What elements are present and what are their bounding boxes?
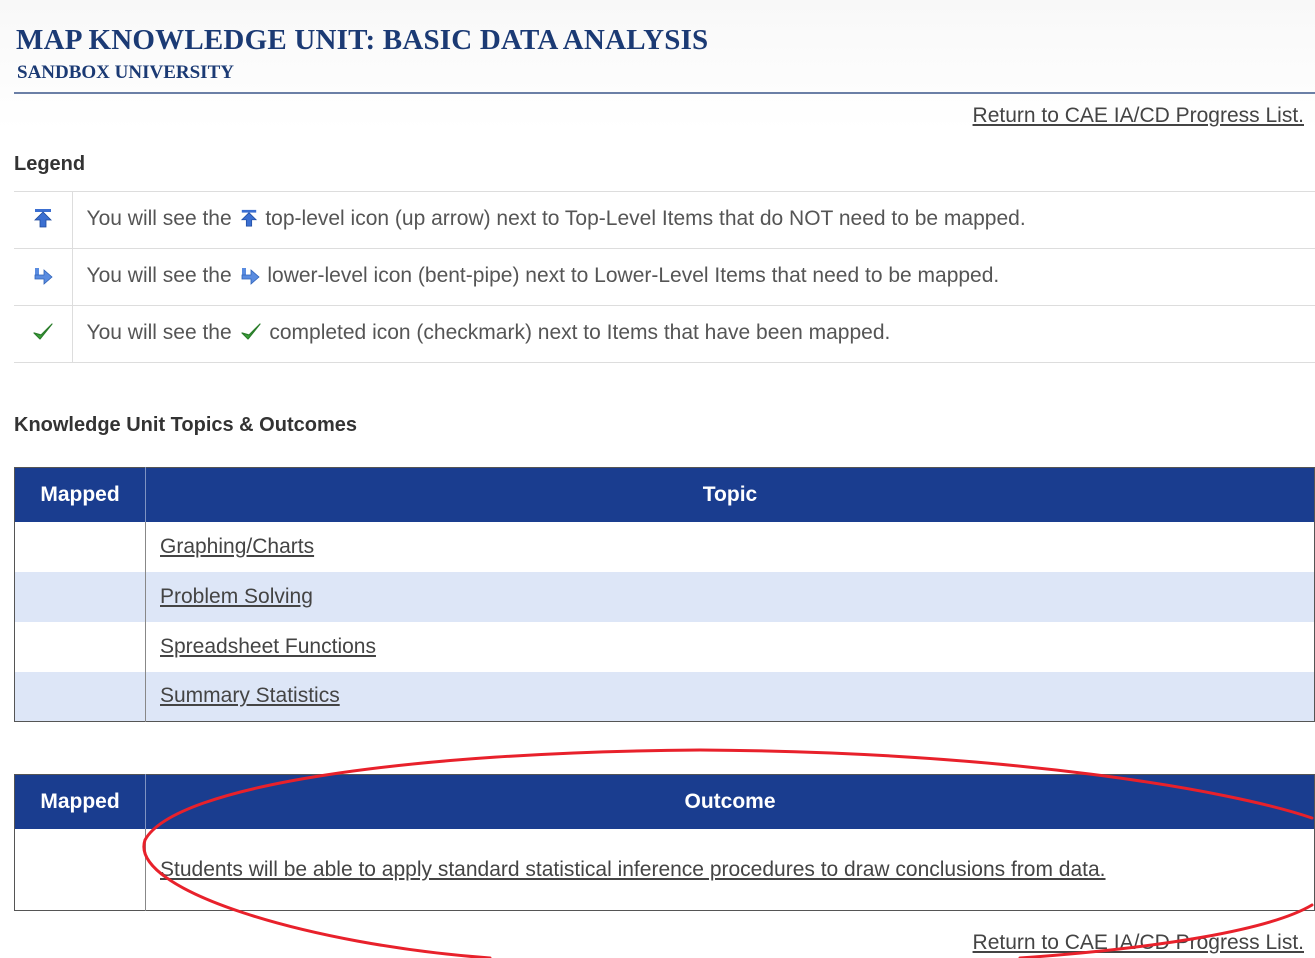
table-row: Problem Solving [14, 571, 1315, 622]
topics-outcomes-heading: Knowledge Unit Topics & Outcomes [14, 414, 357, 436]
mapped-cell [14, 521, 146, 572]
legend-row-top-level: You will see the top-level icon (up arro… [14, 191, 1315, 249]
legend-text-prefix: You will see the [86, 263, 232, 287]
table-row: Summary Statistics [14, 671, 1315, 722]
page-subtitle: SANDBOX UNIVERSITY [17, 62, 234, 83]
bent-pipe-icon [33, 267, 53, 291]
title-divider [14, 92, 1315, 94]
topics-table: Mapped Topic Graphing/Charts Problem Sol… [14, 467, 1315, 722]
table-row: Spreadsheet Functions [14, 621, 1315, 672]
legend-table: You will see the top-level icon (up arro… [14, 191, 1315, 363]
topic-link-problem-solving[interactable]: Problem Solving [160, 585, 313, 608]
outcomes-table: Mapped Outcome Students will be able to … [14, 774, 1315, 911]
mapped-cell [14, 621, 146, 672]
bent-pipe-icon [240, 267, 260, 291]
table-header-row: Mapped Outcome [14, 774, 1315, 829]
legend-text-suffix: top-level icon (up arrow) next to Top-Le… [265, 206, 1026, 230]
up-arrow-icon [240, 208, 258, 234]
checkmark-icon [32, 322, 54, 348]
column-header-topic: Topic [145, 467, 1315, 522]
topic-link-spreadsheet-functions[interactable]: Spreadsheet Functions [160, 635, 376, 658]
column-header-mapped: Mapped [14, 467, 146, 522]
column-header-outcome: Outcome [145, 774, 1315, 829]
legend-text-prefix: You will see the [86, 320, 232, 344]
legend-text-prefix: You will see the [86, 206, 232, 230]
return-to-progress-list-link-bottom[interactable]: Return to CAE IA/CD Progress List. [973, 931, 1304, 955]
legend-text-suffix: completed icon (checkmark) next to Items… [269, 320, 891, 344]
topic-link-graphing-charts[interactable]: Graphing/Charts [160, 535, 314, 558]
mapped-cell [14, 571, 146, 622]
table-row: Graphing/Charts [14, 521, 1315, 572]
legend-heading: Legend [14, 153, 86, 175]
up-arrow-icon [33, 208, 53, 234]
column-header-mapped: Mapped [14, 774, 146, 829]
table-header-row: Mapped Topic [14, 467, 1315, 522]
legend-text-suffix: lower-level icon (bent-pipe) next to Low… [267, 263, 1000, 287]
table-row: Students will be able to apply standard … [14, 828, 1315, 911]
mapped-cell [14, 671, 146, 722]
legend-row-completed: You will see the completed icon (checkma… [14, 305, 1315, 363]
outcome-link-statistical-inference[interactable]: Students will be able to apply standard … [160, 858, 1106, 881]
mapped-cell [14, 828, 146, 911]
checkmark-icon [240, 322, 262, 348]
page-title: MAP KNOWLEDGE UNIT: BASIC DATA ANALYSIS [16, 24, 709, 56]
legend-row-lower-level: You will see the lower-level icon (bent-… [14, 248, 1315, 306]
return-to-progress-list-link[interactable]: Return to CAE IA/CD Progress List. [973, 104, 1304, 128]
topic-link-summary-statistics[interactable]: Summary Statistics [160, 684, 340, 707]
